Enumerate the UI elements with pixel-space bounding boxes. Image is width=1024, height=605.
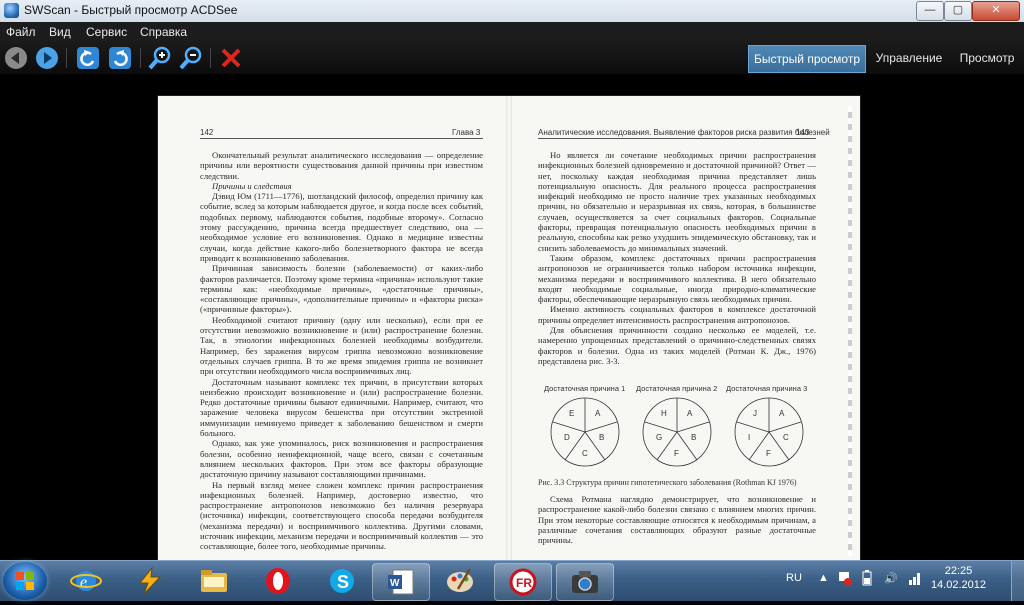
pie-diagram-2: A B F G H [642,397,712,467]
svg-text:F: F [674,449,679,458]
folder-icon [201,570,227,592]
back-button[interactable] [4,46,28,70]
zoom-out-button[interactable] [179,46,203,70]
svg-text:W: W [390,578,400,589]
window-title: SWScan - Быстрый просмотр ACDSee [24,3,238,17]
svg-text:C: C [582,449,588,458]
arrow-left-icon [5,47,27,69]
app-icon [4,3,19,18]
taskbar-internet-explorer[interactable]: e [58,563,114,599]
pie-diagram-3: A C F I J [734,397,804,467]
rotate-right-button[interactable] [108,46,132,70]
minimize-button[interactable]: — [916,1,944,21]
figure-caption: Рис. 3.3 Структура причин гипотетическог… [538,478,797,487]
zoom-in-button[interactable] [148,46,172,70]
zoom-out-icon [179,46,202,70]
svg-text:A: A [779,409,785,418]
svg-text:E: E [569,409,574,418]
right-page-number: 143 [796,128,810,137]
delete-x-icon [221,48,241,68]
figure-label-3: Достаточная причина 3 [726,384,808,393]
rotate-left-icon [77,47,99,69]
camera-icon [572,571,598,593]
tab-manage[interactable]: Управление [868,45,950,71]
taskbar-finereader[interactable]: FR [494,563,552,601]
svg-text:FR: FR [516,576,532,590]
skype-icon: S [330,569,354,593]
maximize-button[interactable]: ▢ [944,1,972,21]
taskbar-swscan[interactable] [556,563,614,601]
windows-logo-icon [16,572,34,590]
menu-help[interactable]: Справка [140,25,187,39]
menu-view[interactable]: Вид [49,25,71,39]
forward-button[interactable] [35,46,59,70]
tray-volume-icon[interactable]: 🔊 [884,572,898,585]
menu-bar: Файл Вид Сервис Справка [0,22,1024,42]
figure-label-1: Достаточная причина 1 [544,384,626,393]
internet-explorer-icon: e [70,571,102,591]
paint-palette-icon [447,568,473,592]
svg-text:B: B [599,433,604,442]
rotate-right-icon [109,47,131,69]
scanned-page: 142 Глава 3 Окончательный результат анал… [158,96,860,560]
right-column-text-bottom: Схема Ротмана наглядно демонстрирует, чт… [538,494,816,546]
svg-text:D: D [564,433,570,442]
show-desktop-button[interactable] [1011,561,1024,601]
menu-tools[interactable]: Сервис [86,25,127,39]
left-page-number: 142 [200,128,214,137]
taskbar-skype[interactable]: S [314,563,370,599]
svg-text:A: A [595,409,601,418]
lightning-icon [138,567,162,595]
taskbar-opera[interactable] [250,563,306,599]
word-document-icon: W [388,569,414,595]
clock-time: 22:25 [944,565,973,577]
taskbar-word[interactable]: W [372,563,430,601]
svg-text:e: e [80,574,87,591]
right-page: Аналитические исследования. Выявление фа… [508,96,860,560]
taskbar-winamp[interactable] [122,563,178,599]
figure-label-2: Достаточная причина 2 [636,384,718,393]
svg-text:G: G [656,433,662,442]
start-button[interactable] [3,562,47,600]
delete-button[interactable] [219,46,243,70]
taskbar-paint[interactable] [432,563,488,599]
svg-text:B: B [691,433,696,442]
tray-expand-icon[interactable]: ▲ [818,572,829,584]
language-indicator[interactable]: RU [786,572,802,584]
tab-view[interactable]: Просмотр [952,45,1022,71]
right-column-text-top: Но является ли сочетание необходимых при… [538,150,816,366]
clock-date: 14.02.2012 [930,579,986,591]
svg-text:C: C [783,433,789,442]
svg-text:J: J [753,409,757,418]
rotate-left-button[interactable] [76,46,100,70]
taskbar-explorer[interactable] [186,563,242,599]
right-running-header: Аналитические исследования. Выявление фа… [538,128,830,137]
svg-text:F: F [766,449,771,458]
svg-text:H: H [661,409,667,418]
tray-battery-icon[interactable] [862,570,872,589]
svg-text:A: A [687,409,693,418]
svg-text:S: S [337,572,349,592]
arrow-right-icon [36,47,58,69]
zoom-in-icon [148,46,171,70]
left-chapter: Глава 3 [452,128,481,137]
tab-quick-view[interactable]: Быстрый просмотр [748,45,866,73]
left-page: 142 Глава 3 Окончательный результат анал… [158,96,508,560]
pie-diagram-1: A B C D E [550,397,620,467]
title-bar: SWScan - Быстрый просмотр ACDSee — ▢ ✕ [0,0,1024,23]
finereader-icon: FR [509,568,537,596]
svg-text:I: I [748,433,750,442]
menu-file[interactable]: Файл [6,25,36,39]
system-clock[interactable]: 22:25 14.02.2012 [931,564,986,592]
tray-flag-icon[interactable] [838,570,852,589]
taskbar: e S W FR RU ▲ 🔊 22:25 14.02.2012 [0,560,1024,601]
opera-icon [266,568,290,594]
tray-network-icon[interactable] [908,570,922,589]
close-button[interactable]: ✕ [972,1,1020,21]
left-column-text: Окончательный результат аналитического и… [200,150,483,552]
